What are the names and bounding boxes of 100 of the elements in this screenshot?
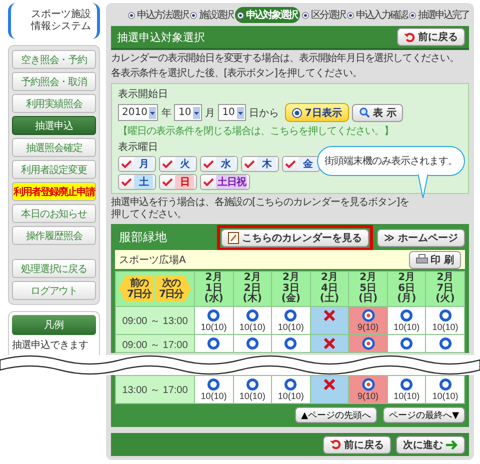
logo-text: 情報システム	[31, 21, 91, 33]
step-label: 区分選択	[302, 7, 345, 23]
step-label: 申込入力確認	[347, 7, 407, 23]
slot-cell[interactable]: 10(10)	[195, 376, 233, 403]
weekday-checkbox[interactable]: 土	[118, 174, 156, 190]
legend-title: 凡例	[12, 315, 96, 335]
slot-cell[interactable]: 10(10)	[234, 306, 272, 334]
check-icon	[121, 178, 132, 186]
menu-button[interactable]: 処理選択に戻る	[12, 259, 96, 278]
check-icon	[162, 160, 173, 168]
homepage-button[interactable]: ≫ ホームページ	[377, 228, 465, 246]
slot-cell[interactable]: 10(10)	[234, 376, 272, 403]
cross-icon	[322, 308, 336, 322]
circle-icon	[438, 378, 452, 391]
slot-cell[interactable]	[310, 334, 348, 352]
menu-button[interactable]: 利用実績照会	[12, 94, 96, 113]
weekday-checkbox[interactable]: 土日祝	[200, 174, 250, 190]
slot-cell[interactable]: 10(10)	[426, 306, 464, 334]
back-button[interactable]: 前に戻る	[397, 28, 465, 46]
step-label: 申込方法選択	[128, 7, 188, 23]
bullet-icon	[190, 12, 197, 18]
bullet-icon	[237, 12, 244, 18]
page-top-button[interactable]: ▲ページの先頭へ	[295, 407, 378, 423]
check-icon	[285, 160, 296, 168]
date-header: 2月 3日 (金)	[272, 272, 310, 306]
slot-cell[interactable]	[195, 334, 233, 352]
circle-icon	[438, 336, 452, 350]
next-week-button[interactable]: 次の 7日分	[156, 276, 191, 302]
tooltip-tail	[418, 174, 428, 198]
circle-icon	[246, 336, 259, 350]
slot-cell[interactable]	[272, 334, 310, 352]
weekday-checkbox[interactable]: 火	[159, 156, 197, 172]
day-select[interactable]: 10	[218, 104, 246, 121]
step-label: 抽選申込完了	[409, 7, 469, 23]
page-title: 抽選申込対象選択	[117, 30, 205, 44]
tooltip-balloon: 街頭端末機のみ表示されます。	[317, 146, 465, 176]
double-circle-icon	[362, 308, 375, 322]
step-label: 施設選択	[190, 7, 233, 23]
seven-day-button[interactable]: 7日表示	[284, 103, 349, 122]
circle-icon	[284, 308, 298, 322]
slot-cell[interactable]: 10(10)	[388, 306, 426, 334]
menu-button[interactable]: 抽選照会確定	[12, 138, 96, 157]
slot-cell[interactable]: 10(10)	[272, 376, 310, 403]
note-icon	[228, 232, 240, 244]
show-button[interactable]: 表 示	[352, 104, 404, 122]
print-button[interactable]: 印 刷	[408, 250, 461, 268]
bullet-icon	[302, 12, 309, 18]
weekday-checkbox[interactable]: 木	[241, 156, 279, 172]
facility-name: 服部緑地	[118, 229, 167, 246]
menu-button[interactable]: ログアウト	[12, 281, 96, 300]
date-header: 2月 2日 (木)	[234, 272, 272, 306]
menu-button[interactable]: 予約照会・取消	[12, 72, 96, 91]
month-select[interactable]: 10	[174, 104, 202, 121]
date-header: 2月 5日 (日)	[349, 272, 387, 306]
slot-cell[interactable]	[388, 334, 426, 352]
step-label: 申込対象選択	[235, 7, 300, 23]
return-arrow-icon	[330, 439, 341, 450]
return-arrow-icon	[404, 32, 415, 42]
circle-icon	[207, 308, 220, 322]
bullet-icon	[409, 12, 416, 18]
back-button[interactable]: 前に戻る	[323, 436, 391, 454]
slot-cell[interactable]: 10(10)	[388, 376, 426, 403]
slot-cell[interactable]: 10(10)	[426, 376, 464, 403]
cross-icon	[322, 336, 336, 350]
weekday-checkbox[interactable]: 金	[282, 156, 320, 172]
weekday-checkbox[interactable]: 月	[118, 156, 156, 172]
weekday-checkbox[interactable]: 水	[200, 156, 238, 172]
previous-week-button[interactable]: 前の 7日分	[119, 276, 154, 302]
right-arrow-icon	[446, 440, 458, 450]
date-header: 2月 6日 (月)	[388, 272, 426, 306]
slot-cell[interactable]: 10(10)	[272, 306, 310, 334]
slot-cell[interactable]	[349, 334, 387, 352]
slot-cell[interactable]	[310, 376, 348, 403]
menu-button[interactable]: 利用者設定変更	[12, 160, 96, 179]
slot-cell[interactable]	[310, 306, 348, 334]
menu-button[interactable]: 本日のお知らせ	[12, 204, 96, 223]
next-button[interactable]: 次に進む	[396, 436, 465, 454]
page-bottom-button[interactable]: ページの最終へ▼	[383, 407, 465, 423]
slot-cell[interactable]	[234, 334, 272, 352]
slot-cell[interactable]: 10(10)	[195, 306, 233, 334]
instruction-text: 抽選申込を行う場合は、各施設の[こちらのカレンダーを見るボタン]を押してください。	[111, 197, 410, 221]
legend-text: 抽選申込できます	[12, 338, 89, 352]
double-circle-icon	[362, 336, 375, 350]
menu-button[interactable]: 抽選申込	[12, 116, 96, 135]
description-text: カレンダーの表示開始日を変更する場合は、表示開始年月日を選択してください。	[111, 53, 460, 65]
slot-cell[interactable]: 9(10)	[349, 306, 387, 334]
circle-icon	[246, 378, 259, 391]
check-icon	[244, 160, 255, 168]
slot-cell[interactable]: 9(10)	[349, 376, 387, 403]
slot-cell[interactable]	[426, 334, 464, 352]
circle-icon	[284, 378, 298, 391]
menu-button[interactable]: 利用者登録廃止申請	[12, 182, 96, 201]
menu-button[interactable]: 操作履歴照会	[12, 226, 96, 245]
circle-icon	[207, 378, 220, 391]
year-select[interactable]: 2010	[118, 104, 158, 121]
unit-label: 日から	[248, 106, 279, 120]
calendar-button[interactable]: こちらのカレンダーを見る	[221, 228, 370, 246]
menu-button[interactable]: 空き照会・予約	[12, 50, 96, 69]
radio-icon	[292, 108, 302, 118]
circle-icon	[246, 308, 259, 322]
